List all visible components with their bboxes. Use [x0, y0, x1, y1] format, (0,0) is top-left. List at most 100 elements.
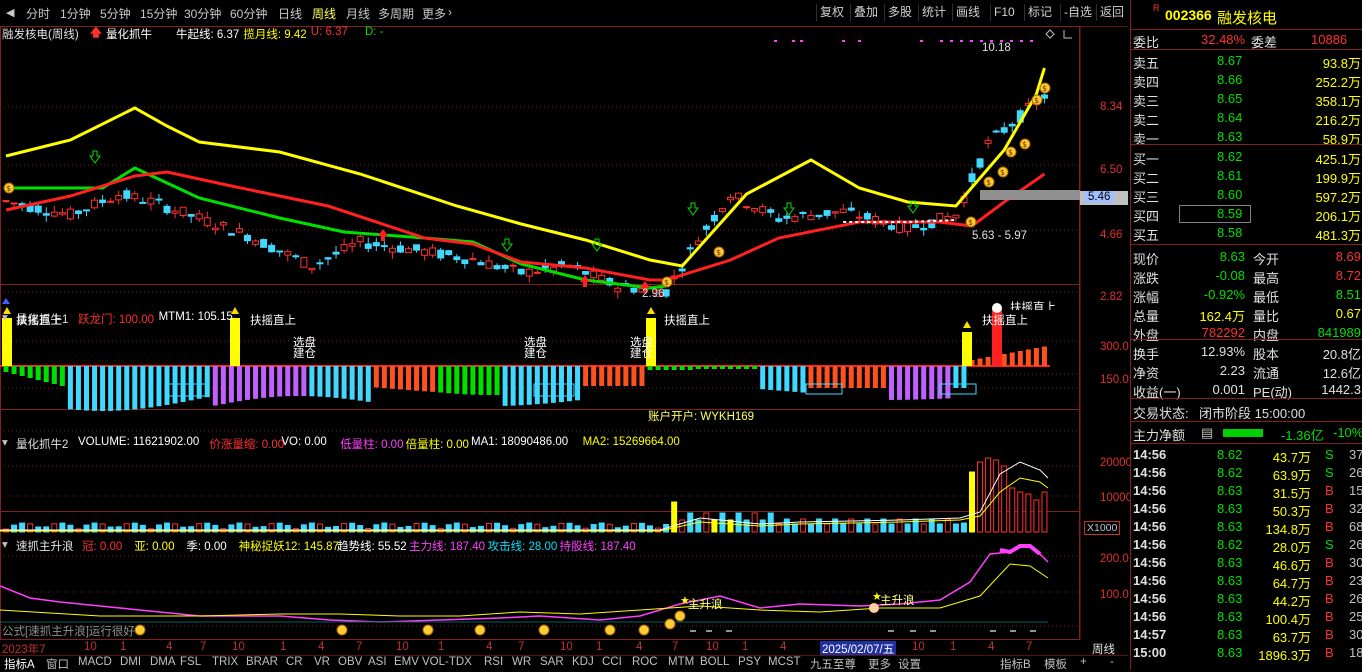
- stat-value: 2.23: [1219, 363, 1245, 378]
- indicator-tab[interactable]: TRIX: [212, 656, 238, 668]
- momentum-bar: [3, 366, 9, 372]
- tick-row: 14:56 8.63 64.7万 B 23: [1131, 572, 1362, 591]
- indicator-tab[interactable]: 窗口: [46, 656, 69, 672]
- momentum-bar: [1009, 352, 1015, 366]
- tick-count: 26: [1349, 537, 1362, 552]
- scroll-left-icon[interactable]: +: [1080, 656, 1087, 668]
- toolbar-button[interactable]: -自选: [1060, 4, 1095, 21]
- indicator-tab[interactable]: 设置: [898, 656, 921, 672]
- indicator-tab[interactable]: MACD: [78, 656, 112, 668]
- momentum-bar: [848, 366, 854, 388]
- candle-body: [509, 264, 517, 267]
- timeframe-tab[interactable]: 60分钟: [230, 5, 267, 22]
- indicator-tab[interactable]: 指标B: [1000, 656, 1031, 672]
- indicator-tab[interactable]: WR: [512, 656, 531, 668]
- tick-row: 14:56 8.63 100.4万 B 25: [1131, 608, 1362, 627]
- toolbar-button[interactable]: 返回: [1096, 4, 1127, 21]
- momentum-bar: [647, 366, 653, 370]
- toolbar-button[interactable]: 复权: [816, 4, 847, 21]
- range-annotation: 5.63 - 5.97: [972, 230, 1027, 242]
- bid-label: 买三: [1133, 190, 1160, 205]
- indicator-tab[interactable]: RSI: [484, 656, 503, 668]
- list-icon[interactable]: ▤: [1201, 425, 1213, 441]
- indicator-tab[interactable]: 更多: [868, 656, 891, 672]
- timeframe-tab[interactable]: 更多: [422, 5, 446, 22]
- indicator-tab[interactable]: BRAR: [246, 656, 278, 668]
- stock-code: 002366: [1165, 7, 1212, 23]
- candle-body: [863, 213, 871, 220]
- indicator-tab[interactable]: DMA: [150, 656, 176, 668]
- date-tick: 4: [988, 641, 995, 653]
- candle-body: [807, 214, 815, 221]
- indicator-tab[interactable]: VOL-TDX: [422, 656, 472, 668]
- indicator-tab[interactable]: DMI: [120, 656, 141, 668]
- indicator-tab[interactable]: VR: [314, 656, 330, 668]
- toolbar-button[interactable]: 统计: [918, 4, 949, 21]
- momentum-bar: [156, 366, 162, 407]
- indicator-tab[interactable]: 指标A: [4, 656, 35, 672]
- toolbar-button[interactable]: 多股: [884, 4, 915, 21]
- chart-area[interactable]: $$$$$$$$$$ ★ ★: [0, 26, 1128, 655]
- indicator-tab[interactable]: CR: [286, 656, 303, 668]
- momentum-bar: [140, 366, 146, 409]
- candle-body: [783, 215, 791, 219]
- indicator-tab[interactable]: PSY: [738, 656, 761, 668]
- r-badge-icon: R: [1153, 3, 1160, 13]
- indicator-tab[interactable]: MTM: [668, 656, 694, 668]
- tick-time: 14:57: [1133, 627, 1167, 642]
- stat-value: 1442.3: [1321, 382, 1361, 397]
- chevron-right-icon[interactable]: ›: [448, 5, 452, 19]
- indicator-tab[interactable]: KDJ: [572, 656, 594, 668]
- indicator-tab[interactable]: EMV: [394, 656, 419, 668]
- momentum-bar: [880, 366, 886, 388]
- indicator-tab[interactable]: 模板: [1044, 656, 1067, 672]
- tick-time: 14:56: [1133, 573, 1167, 588]
- tick-direction: B: [1325, 483, 1334, 498]
- indicator-tab[interactable]: FSL: [180, 656, 201, 668]
- timeframe-tab[interactable]: 月线: [346, 5, 370, 22]
- candle-body: [904, 222, 912, 233]
- momentum-bar: [864, 366, 870, 388]
- timeframe-tab[interactable]: 15分钟: [140, 5, 177, 22]
- candle-body: [888, 225, 895, 230]
- timeframe-tab[interactable]: 1分钟: [60, 5, 91, 22]
- momentum-bar: [518, 366, 524, 406]
- stat-value: 8.69: [1335, 249, 1361, 264]
- scroll-right-icon[interactable]: -: [1110, 656, 1114, 668]
- collapse-icon[interactable]: ◀: [6, 6, 14, 19]
- indicator-tab[interactable]: MCST: [768, 656, 801, 668]
- momentum-bar: [188, 366, 194, 401]
- candle-body: [300, 257, 308, 268]
- panel-collapse-icon[interactable]: ▾: [2, 435, 8, 449]
- scroll-marker-icon: [2, 298, 10, 304]
- timeframe-tab[interactable]: 分时: [26, 5, 50, 22]
- indicator-tab[interactable]: BOLL: [700, 656, 729, 668]
- timeframe-tab[interactable]: 多周期: [378, 5, 414, 22]
- indicator-tab[interactable]: OBV: [338, 656, 362, 668]
- indicator-tab[interactable]: CCI: [602, 656, 622, 668]
- timeframe-tab[interactable]: 周线: [312, 5, 336, 22]
- date-tick: 1: [438, 641, 445, 653]
- momentum-bar: [301, 366, 307, 397]
- indicator-tab[interactable]: 九五至尊: [810, 656, 856, 672]
- toolbar-button[interactable]: F10: [990, 4, 1018, 21]
- timeframe-tab[interactable]: 日线: [278, 5, 302, 22]
- toolbar-button[interactable]: 画线: [952, 4, 983, 21]
- panel-collapse-icon[interactable]: ▾: [2, 310, 8, 324]
- toolbar-button[interactable]: 叠加: [850, 4, 881, 21]
- panel-collapse-icon[interactable]: ▾: [2, 537, 8, 551]
- timeframe-tab[interactable]: 30分钟: [184, 5, 221, 22]
- signal-dot: [774, 40, 777, 42]
- timeframe-tab[interactable]: 5分钟: [100, 5, 131, 22]
- indicator-tab[interactable]: ROC: [632, 656, 658, 668]
- toolbar-button[interactable]: 标记: [1024, 4, 1055, 21]
- candle-body: [380, 245, 388, 248]
- y-tick-label: 100.0: [1100, 589, 1129, 601]
- tick-direction: B: [1325, 501, 1334, 516]
- indicator-tab[interactable]: ASI: [368, 656, 387, 668]
- indicator-tab[interactable]: SAR: [540, 656, 564, 668]
- momentum-bar: [75, 366, 81, 411]
- tick-price: 8.62: [1217, 447, 1243, 462]
- candle-body: [839, 208, 847, 213]
- momentum-bar: [599, 366, 605, 386]
